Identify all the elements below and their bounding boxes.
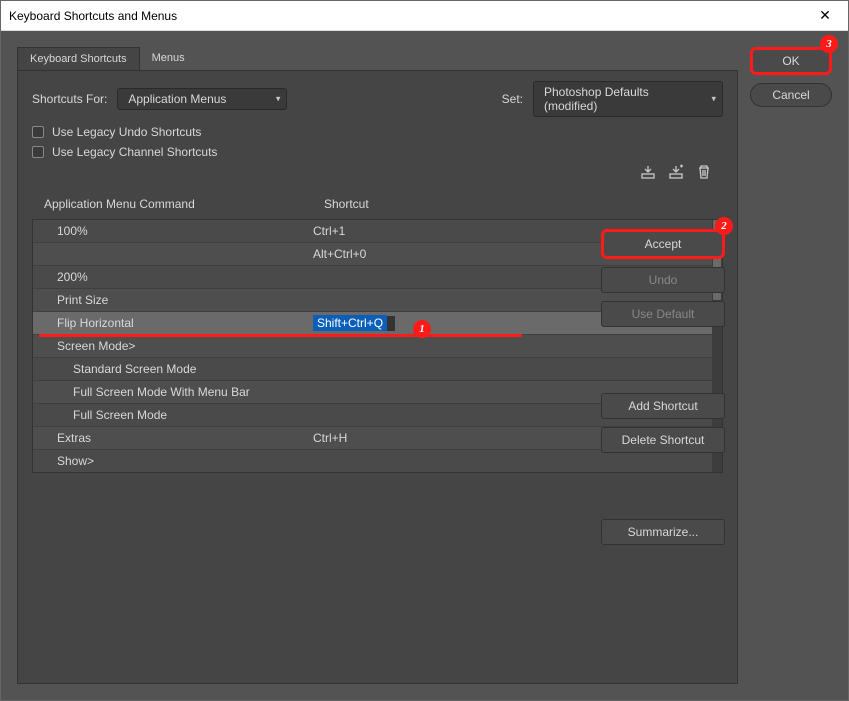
shortcuts-for-label: Shortcuts For:: [32, 92, 107, 106]
col-command: Application Menu Command: [44, 197, 324, 211]
shortcut-input[interactable]: Shift+Ctrl+Q: [313, 315, 387, 331]
undo-button: Undo: [601, 267, 725, 293]
delete-shortcut-button[interactable]: Delete Shortcut: [601, 427, 725, 453]
annotation-underline: [39, 334, 522, 337]
command-cell: Standard Screen Mode: [33, 362, 313, 376]
set-select[interactable]: Photoshop Defaults (modified) ▾: [533, 81, 723, 117]
tab-keyboard-shortcuts[interactable]: Keyboard Shortcuts: [17, 47, 140, 70]
command-cell: Flip Horizontal: [33, 316, 313, 330]
command-cell: Print Size: [33, 293, 313, 307]
top-row: Shortcuts For: Application Menus ▾ Set: …: [32, 81, 723, 117]
accept-button[interactable]: Accept: [601, 229, 725, 259]
annotation-badge-3: 3: [820, 35, 838, 53]
set-icon-row: [32, 163, 723, 181]
new-set-icon[interactable]: [667, 163, 685, 181]
action-column: Accept 2 Undo Use Default Add Shortcut D…: [601, 229, 725, 545]
ok-button[interactable]: OK: [750, 47, 832, 75]
legacy-undo-label: Use Legacy Undo Shortcuts: [52, 125, 201, 139]
legacy-channel-row: Use Legacy Channel Shortcuts: [32, 145, 723, 159]
legacy-channel-label: Use Legacy Channel Shortcuts: [52, 145, 217, 159]
dialog-body: Keyboard Shortcuts Menus Shortcuts For: …: [1, 31, 848, 700]
set-label: Set:: [502, 92, 523, 106]
delete-set-icon[interactable]: [695, 163, 713, 181]
command-cell: Full Screen Mode With Menu Bar: [33, 385, 313, 399]
shortcuts-for-value: Application Menus: [128, 92, 226, 106]
command-cell: 100%: [33, 224, 313, 238]
dialog-window: Keyboard Shortcuts and Menus ✕ Keyboard …: [0, 0, 849, 701]
side-buttons: OK 3 Cancel: [750, 47, 832, 684]
chevron-down-icon: ▾: [276, 94, 281, 105]
command-cell: Full Screen Mode: [33, 408, 313, 422]
command-cell: Show>: [33, 454, 313, 468]
col-shortcut: Shortcut: [324, 197, 723, 211]
command-cell: Extras: [33, 431, 313, 445]
window-title: Keyboard Shortcuts and Menus: [9, 9, 802, 23]
cancel-button[interactable]: Cancel: [750, 83, 832, 107]
save-set-icon[interactable]: [639, 163, 657, 181]
table-header: Application Menu Command Shortcut: [32, 189, 723, 219]
legacy-undo-checkbox[interactable]: [32, 126, 44, 138]
panel-content: Shortcuts For: Application Menus ▾ Set: …: [17, 71, 738, 684]
annotation-badge-1: 1: [413, 320, 431, 338]
use-default-button: Use Default: [601, 301, 725, 327]
main-panel: Keyboard Shortcuts Menus Shortcuts For: …: [17, 47, 738, 684]
legacy-undo-row: Use Legacy Undo Shortcuts: [32, 125, 723, 139]
tab-menus[interactable]: Menus: [140, 47, 197, 70]
legacy-channel-checkbox[interactable]: [32, 146, 44, 158]
chevron-down-icon: ▾: [711, 94, 716, 105]
summarize-button[interactable]: Summarize...: [601, 519, 725, 545]
shortcuts-for-select[interactable]: Application Menus ▾: [117, 88, 287, 110]
add-shortcut-button[interactable]: Add Shortcut: [601, 393, 725, 419]
tab-strip: Keyboard Shortcuts Menus: [17, 47, 738, 71]
command-cell: Screen Mode>: [33, 339, 313, 353]
command-cell: 200%: [33, 270, 313, 284]
titlebar: Keyboard Shortcuts and Menus ✕: [1, 1, 848, 31]
annotation-badge-2: 2: [715, 217, 733, 235]
set-value: Photoshop Defaults (modified): [544, 85, 649, 113]
close-icon[interactable]: ✕: [802, 1, 848, 31]
